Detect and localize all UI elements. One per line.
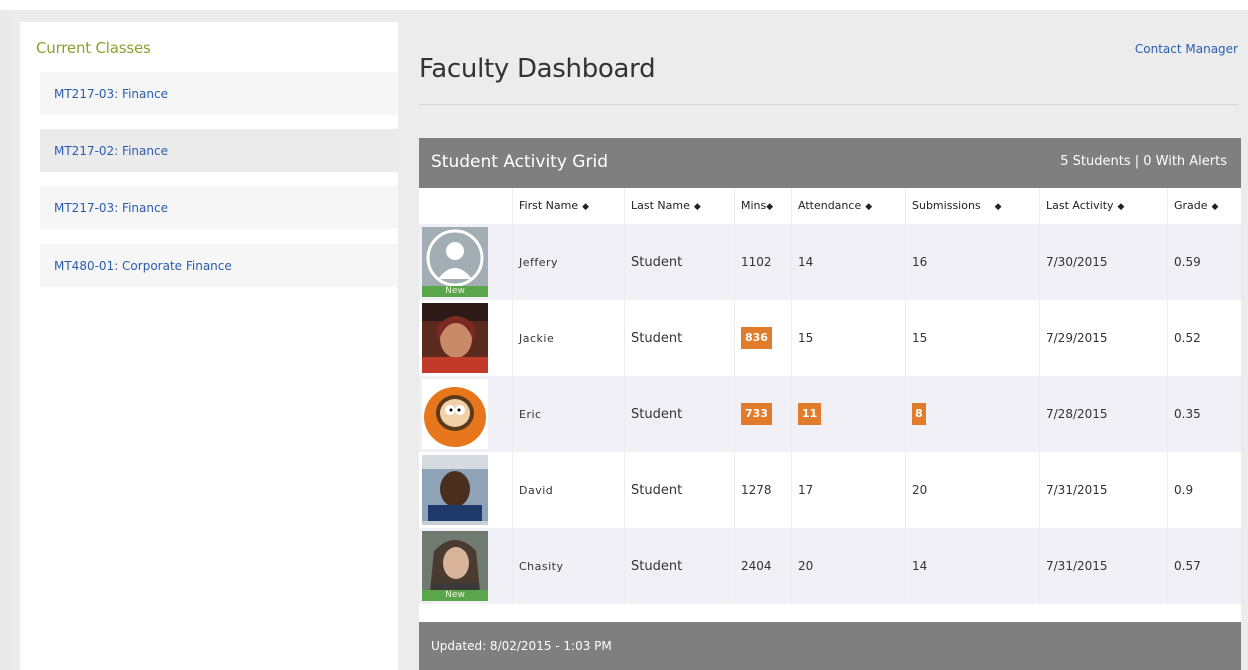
attendance-cell: 15 [791, 300, 905, 376]
submissions-cell: 15 [905, 300, 1039, 376]
avatar[interactable] [422, 455, 488, 525]
sort-icon: ◆ [582, 202, 590, 212]
attendance-cell: 20 [791, 528, 905, 604]
new-badge: New [422, 590, 488, 601]
grade-cell: 0.52 [1167, 300, 1241, 376]
grid-footer: Updated: 8/02/2015 - 1:03 PM [419, 622, 1241, 670]
column-label: Mins [741, 199, 767, 212]
class-item-1[interactable]: MT217-03: Finance [40, 72, 398, 115]
table-row[interactable]: New Chasity Student 2404 20 14 7/31/2015… [419, 528, 1241, 604]
column-last-activity[interactable]: Last Activity ◆ [1039, 188, 1167, 224]
attendance-alert-badge: 11 [798, 403, 822, 425]
left-strip [0, 10, 10, 670]
column-last-name[interactable]: Last Name ◆ [624, 188, 734, 224]
column-submissions[interactable]: Submissions ◆ [905, 188, 1039, 224]
sort-icon: ◆ [994, 202, 1002, 212]
sidebar-title: Current Classes [36, 39, 151, 57]
student-activity-grid: Student Activity Grid 5 Students | 0 Wit… [419, 138, 1241, 670]
last-activity-cell: 7/31/2015 [1039, 452, 1167, 528]
last-name-cell: Student [624, 452, 734, 528]
grade-cell: 0.57 [1167, 528, 1241, 604]
avatar[interactable] [422, 303, 488, 373]
student-photo-icon [422, 303, 488, 373]
avatar-cell [419, 376, 512, 452]
student-photo-icon [422, 455, 488, 525]
column-headers: First Name ◆ Last Name ◆ Mins◆ Attendance ◆… [419, 188, 1241, 224]
first-name-cell: Jeffery [512, 224, 624, 300]
column-first-name[interactable]: First Name ◆ [512, 188, 624, 224]
new-badge: New [422, 286, 488, 297]
column-attendance[interactable]: Attendance ◆ [791, 188, 905, 224]
avatar[interactable] [422, 379, 488, 449]
mins-cell: 2404 [734, 528, 791, 604]
mins-alert-badge: 836 [741, 327, 772, 349]
attendance-cell: 17 [791, 452, 905, 528]
table-row[interactable]: Jackie Student 836 15 15 7/29/2015 0.52 [419, 300, 1241, 376]
avatar[interactable]: New [422, 227, 488, 297]
avatar-cell: New [419, 528, 512, 604]
last-activity-cell: 7/31/2015 [1039, 528, 1167, 604]
last-activity-cell: 7/30/2015 [1039, 224, 1167, 300]
attendance-cell: 14 [791, 224, 905, 300]
grade-cell: 0.9 [1167, 452, 1241, 528]
avatar-cell [419, 300, 512, 376]
last-name-cell: Student [624, 300, 734, 376]
column-label: Last Activity [1046, 199, 1114, 212]
mins-cell: 836 [734, 300, 791, 376]
column-label: Attendance [798, 199, 862, 212]
class-item-2[interactable]: MT217-02: Finance [40, 129, 398, 172]
attendance-cell: 11 [791, 376, 905, 452]
table-row[interactable]: Eric Student 733 11 8 7/28/2015 0.35 [419, 376, 1241, 452]
grid-header: Student Activity Grid 5 Students | 0 Wit… [419, 138, 1241, 188]
avatar-cell: New [419, 224, 512, 300]
grid-summary: 5 Students | 0 With Alerts [1060, 154, 1227, 169]
table-row[interactable]: David Student 1278 17 20 7/31/2015 0.9 [419, 452, 1241, 528]
sort-icon: ◆ [1117, 202, 1125, 212]
updated-timestamp: Updated: 8/02/2015 - 1:03 PM [431, 639, 612, 653]
mins-alert-badge: 733 [741, 403, 772, 425]
submissions-alert-badge: 8 [912, 403, 926, 425]
column-label: Submissions [912, 199, 981, 212]
contact-manager-link[interactable]: Contact Manager [1135, 42, 1238, 56]
grade-cell: 0.35 [1167, 376, 1241, 452]
sort-icon: ◆ [1211, 202, 1219, 212]
sort-icon: ◆ [766, 202, 774, 212]
sidebar: Current Classes MT217-03: Finance MT217-… [20, 22, 398, 670]
class-item-4[interactable]: MT480-01: Corporate Finance [40, 244, 398, 287]
sort-icon: ◆ [865, 202, 873, 212]
avatar-cell [419, 452, 512, 528]
table-row[interactable]: New Jeffery Student 1102 14 16 7/30/2015… [419, 224, 1241, 300]
mins-cell: 733 [734, 376, 791, 452]
column-grade[interactable]: Grade ◆ [1167, 188, 1241, 224]
mins-cell: 1278 [734, 452, 791, 528]
submissions-cell: 14 [905, 528, 1039, 604]
grid-title: Student Activity Grid [431, 152, 608, 172]
sort-icon: ◆ [693, 202, 701, 212]
submissions-cell: 16 [905, 224, 1039, 300]
last-name-cell: Student [624, 528, 734, 604]
header-divider [419, 104, 1239, 105]
mins-cell: 1102 [734, 224, 791, 300]
first-name-cell: Eric [512, 376, 624, 452]
column-label: First Name [519, 199, 579, 212]
first-name-cell: Jackie [512, 300, 624, 376]
cartoon-avatar-icon [422, 379, 488, 449]
last-name-cell: Student [624, 376, 734, 452]
class-item-3[interactable]: MT217-03: Finance [40, 186, 398, 229]
last-name-cell: Student [624, 224, 734, 300]
grade-cell: 0.59 [1167, 224, 1241, 300]
first-name-cell: Chasity [512, 528, 624, 604]
first-name-cell: David [512, 452, 624, 528]
avatar[interactable]: New [422, 531, 488, 601]
column-mins[interactable]: Mins◆ [734, 188, 791, 224]
last-activity-cell: 7/29/2015 [1039, 300, 1167, 376]
submissions-cell: 8 [905, 376, 1039, 452]
column-label: Grade [1174, 199, 1208, 212]
column-label: Last Name [631, 199, 690, 212]
last-activity-cell: 7/28/2015 [1039, 376, 1167, 452]
top-bar [0, 0, 1248, 10]
submissions-cell: 20 [905, 452, 1039, 528]
page-title: Faculty Dashboard [419, 54, 656, 84]
